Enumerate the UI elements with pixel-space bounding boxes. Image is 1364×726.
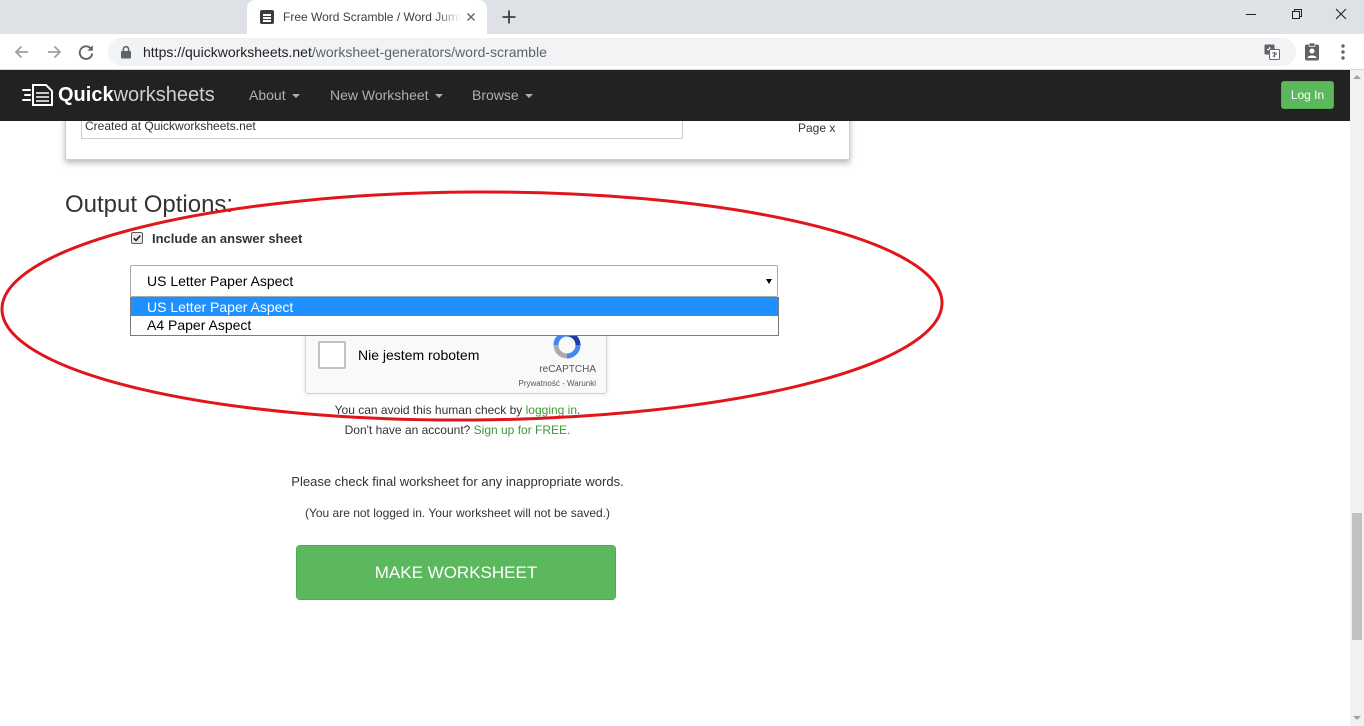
- nav-about-label: About: [249, 87, 286, 103]
- window-minimize-icon[interactable]: [1240, 3, 1262, 25]
- site-logo[interactable]: Quickworksheets: [58, 70, 215, 121]
- login-button[interactable]: Log In: [1281, 81, 1334, 109]
- recaptcha-checkbox[interactable]: [318, 341, 346, 369]
- url-text[interactable]: https://quickworksheets.net/worksheet-ge…: [143, 38, 547, 66]
- answer-sheet-checkbox[interactable]: [131, 232, 143, 244]
- not-saved-notice: (You are not logged in. Your worksheet w…: [304, 506, 611, 520]
- login-hint-text: You can avoid this human check by: [334, 403, 526, 417]
- logging-in-link[interactable]: logging in: [526, 403, 577, 417]
- paper-aspect-select[interactable]: US Letter Paper Aspect: [130, 265, 778, 297]
- nav-browse-label: Browse: [472, 87, 519, 103]
- output-options-heading: Output Options:: [65, 191, 234, 218]
- new-tab-plus-icon[interactable]: [500, 8, 518, 26]
- paper-option-us-letter[interactable]: US Letter Paper Aspect: [131, 298, 778, 316]
- login-hint-line: You can avoid this human check by loggin…: [65, 401, 850, 419]
- reload-icon[interactable]: [76, 42, 96, 62]
- dropdown-arrow-icon: [766, 279, 772, 284]
- browser-toolbar: https://quickworksheets.net/worksheet-ge…: [0, 34, 1364, 70]
- profile-clipboard-icon[interactable]: [1302, 42, 1322, 62]
- tab-close-icon[interactable]: [463, 9, 479, 25]
- nav-browse[interactable]: Browse: [472, 70, 533, 121]
- menu-dots-icon[interactable]: [1333, 42, 1353, 62]
- tab-title: Free Word Scramble / Word Jumb: [283, 10, 461, 24]
- login-hint-period: .: [577, 403, 581, 417]
- recaptcha-brand: reCAPTCHA: [539, 364, 596, 375]
- window-close-icon[interactable]: [1330, 3, 1352, 25]
- address-bar[interactable]: https://quickworksheets.net/worksheet-ge…: [108, 38, 1296, 66]
- nav-new-worksheet-label: New Worksheet: [330, 87, 429, 103]
- translate-icon[interactable]: [1264, 44, 1280, 60]
- answer-sheet-label[interactable]: Include an answer sheet: [152, 231, 302, 247]
- logo-text-bold: Quick: [58, 84, 114, 106]
- make-worksheet-button[interactable]: MAKE WORKSHEET: [296, 545, 616, 600]
- preview-page-label: Page x: [798, 121, 836, 135]
- logo-icon[interactable]: [22, 83, 54, 107]
- nav-about[interactable]: About: [249, 70, 300, 121]
- paper-aspect-select-value: US Letter Paper Aspect: [147, 273, 294, 289]
- recaptcha-label: Nie jestem robotem: [358, 347, 480, 363]
- url-path: /worksheet-generators/word-scramble: [311, 44, 547, 60]
- forward-arrow-icon[interactable]: [44, 42, 64, 62]
- site-navbar: Quickworksheets About New Worksheet Brow…: [0, 70, 1350, 121]
- browser-tab-strip: Free Word Scramble / Word Jumb: [0, 0, 1364, 34]
- lock-icon[interactable]: [120, 45, 132, 59]
- browser-tab-active[interactable]: Free Word Scramble / Word Jumb: [247, 0, 487, 34]
- paper-option-a4[interactable]: A4 Paper Aspect: [131, 316, 778, 334]
- scroll-down-arrow-icon[interactable]: [1353, 716, 1361, 720]
- nav-new-worksheet[interactable]: New Worksheet: [330, 70, 443, 121]
- chevron-down-icon: [291, 94, 300, 99]
- recaptcha-terms-links[interactable]: Prywatność - Warunki: [496, 379, 597, 389]
- inappropriate-words-notice: Please check final worksheet for any ina…: [291, 474, 624, 489]
- logo-text-light: worksheets: [113, 84, 215, 106]
- site-favicon-icon: [260, 10, 274, 24]
- page-scrollbar[interactable]: [1350, 70, 1364, 726]
- back-arrow-icon[interactable]: [12, 42, 32, 62]
- scrollbar-thumb[interactable]: [1352, 513, 1362, 640]
- chevron-down-icon: [434, 94, 443, 99]
- scroll-up-arrow-icon[interactable]: [1353, 75, 1361, 79]
- signup-hint-line: Don't have an account? Sign up for FREE.: [65, 421, 850, 439]
- checkmark-icon: [133, 235, 141, 242]
- url-host: https://quickworksheets.net: [143, 44, 312, 60]
- signup-hint-text: Don't have an account?: [344, 423, 474, 437]
- signup-link[interactable]: Sign up for FREE.: [474, 423, 571, 437]
- chevron-down-icon: [524, 94, 533, 99]
- window-restore-icon[interactable]: [1286, 3, 1308, 25]
- paper-aspect-dropdown-list: US Letter Paper Aspect A4 Paper Aspect: [130, 297, 779, 336]
